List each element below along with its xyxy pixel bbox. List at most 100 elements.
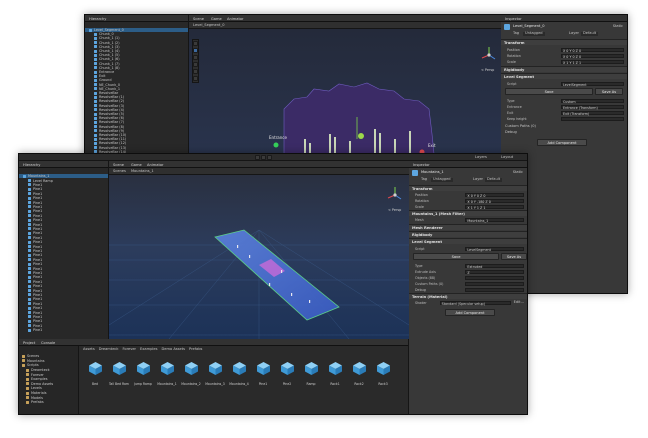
front-layer-dropdown[interactable]: Default bbox=[485, 177, 503, 182]
back-add-component-button[interactable]: Add Component bbox=[537, 139, 587, 146]
field-label: Debug bbox=[415, 287, 426, 292]
play-icon[interactable] bbox=[255, 155, 260, 160]
field-value[interactable]: X 1 Y 1 Z 1 bbox=[465, 204, 524, 210]
asset-prefab[interactable]: Tall Bed Ramp bbox=[109, 361, 129, 386]
folder-icon bbox=[22, 363, 25, 367]
breadcrumb-item[interactable]: Dreamteck bbox=[99, 347, 119, 353]
shader-edit-button[interactable]: Edit... bbox=[514, 300, 524, 305]
project-tab[interactable]: Project bbox=[23, 341, 35, 345]
back-hierarchy-tab[interactable]: Hierarchy bbox=[89, 17, 106, 21]
breadcrumb-item[interactable]: Examples bbox=[140, 347, 157, 353]
back-segment-breadcrumb[interactable]: Level_Segment_0 bbox=[193, 23, 225, 28]
material-header[interactable]: Terrain (Material) bbox=[409, 293, 527, 299]
asset-prefab[interactable]: Pine1 bbox=[253, 361, 273, 386]
field-value[interactable]: X 0 Y 0 Z 0 bbox=[465, 192, 524, 198]
asset-prefab[interactable]: Mountains_1 bbox=[157, 361, 177, 386]
move-tool-icon[interactable] bbox=[193, 48, 198, 53]
field-value[interactable]: X 1 Y 1 Z 1 bbox=[561, 59, 624, 65]
back-save-button[interactable]: Save bbox=[505, 88, 593, 95]
gameobject-cube-icon bbox=[94, 70, 97, 74]
back-debug-foldout[interactable]: Debug bbox=[505, 130, 517, 135]
project-folder[interactable]: Prefabs bbox=[19, 400, 78, 405]
field-value[interactable]: Extruded bbox=[465, 263, 524, 269]
front-breadcrumb-scene[interactable]: Mountains_1 bbox=[131, 169, 154, 174]
transform-tool-icon[interactable] bbox=[193, 76, 198, 81]
asset-prefab[interactable]: Rock1 bbox=[325, 361, 345, 386]
asset-prefab[interactable]: Mountains_3 bbox=[205, 361, 225, 386]
back-save-as-button[interactable]: Save As bbox=[595, 88, 623, 95]
rotate-tool-icon[interactable] bbox=[193, 55, 198, 60]
front-script-field[interactable]: LevelSegment bbox=[465, 246, 524, 252]
asset-prefab[interactable]: Mountains_4 bbox=[229, 361, 249, 386]
asset-prefab[interactable]: Rock3 bbox=[373, 361, 393, 386]
mesh-renderer-header[interactable]: Mesh Renderer bbox=[409, 224, 527, 230]
back-static-toggle[interactable]: Static bbox=[613, 24, 623, 29]
back-animator-tab[interactable]: Animator bbox=[227, 17, 244, 21]
asset-prefab[interactable]: Bed bbox=[85, 361, 105, 386]
front-persp-label[interactable]: < Persp bbox=[388, 208, 401, 212]
back-segment-header[interactable]: Level Segment bbox=[501, 73, 627, 79]
front-save-button[interactable]: Save bbox=[413, 253, 499, 260]
asset-prefab[interactable]: Ramp bbox=[301, 361, 321, 386]
back-layer-dropdown[interactable]: Default bbox=[581, 31, 599, 36]
front-static-toggle[interactable]: Static bbox=[513, 170, 523, 175]
breadcrumb-item[interactable]: Assets bbox=[83, 347, 95, 353]
back-rigidbody-header[interactable]: Rigidbody bbox=[501, 66, 627, 72]
shader-dropdown[interactable]: Standard (Specular setup) bbox=[439, 300, 511, 306]
front-save-as-button[interactable]: Save As bbox=[501, 253, 527, 260]
gameobject-cube-icon bbox=[28, 315, 31, 319]
asset-prefab[interactable]: Jump Ramp bbox=[133, 361, 153, 386]
back-persp-label[interactable]: < Persp bbox=[481, 68, 494, 72]
front-breadcrumb-scenes[interactable]: Scenes bbox=[113, 169, 126, 174]
pause-icon[interactable] bbox=[261, 155, 266, 160]
back-transform-header[interactable]: Transform bbox=[501, 39, 627, 45]
back-inspector-tab[interactable]: Inspector bbox=[505, 17, 522, 21]
front-object-name[interactable]: Mountains_1 bbox=[421, 170, 444, 175]
field-value[interactable] bbox=[561, 116, 624, 121]
back-tag-dropdown[interactable]: Untagged bbox=[523, 31, 545, 36]
front-tag-dropdown[interactable]: Untagged bbox=[431, 177, 453, 182]
mesh-field[interactable]: Mountains_1 bbox=[465, 217, 524, 223]
asset-prefab[interactable]: Mountains_2 bbox=[181, 361, 201, 386]
asset-prefab[interactable]: Pine2 bbox=[277, 361, 297, 386]
console-tab[interactable]: Console bbox=[41, 341, 55, 345]
scale-tool-icon[interactable] bbox=[193, 62, 198, 67]
back-script-field[interactable]: LevelSegment bbox=[561, 81, 624, 87]
front-scene-view[interactable]: Scene Game Animator Scenes Mountains_1 <… bbox=[109, 161, 409, 339]
front-rigidbody-header[interactable]: Rigidbody bbox=[409, 231, 527, 237]
breadcrumb-item[interactable]: Forever bbox=[122, 347, 136, 353]
layout-dropdown[interactable]: Layout bbox=[501, 155, 513, 160]
hand-tool-icon[interactable] bbox=[193, 41, 198, 46]
back-scene-tab[interactable]: Scene bbox=[193, 17, 204, 21]
back-custom-paths-foldout[interactable]: Custom Paths (0) bbox=[505, 124, 536, 129]
front-scene-tab[interactable]: Scene bbox=[113, 163, 124, 167]
front-inspector-tab[interactable]: Inspector bbox=[413, 163, 430, 167]
front-hierarchy-item-row[interactable]: Pine1 bbox=[19, 328, 108, 332]
front-transform-header[interactable]: Transform bbox=[409, 185, 527, 191]
front-game-tab[interactable]: Game bbox=[131, 163, 142, 167]
asset-prefab[interactable]: Rock2 bbox=[349, 361, 369, 386]
breadcrumb-item[interactable]: Demo Assets bbox=[162, 347, 186, 353]
field-value[interactable]: Exit (Transform) bbox=[561, 110, 624, 116]
field-value[interactable]: X 0 Y -180 Z 0 bbox=[465, 198, 524, 204]
field-value[interactable] bbox=[465, 281, 524, 286]
breadcrumb-item[interactable]: Prefabs bbox=[189, 347, 202, 353]
field-value[interactable]: X 0 Y 0 Z 0 bbox=[561, 53, 624, 59]
back-object-name[interactable]: Level_Segment_0 bbox=[513, 24, 545, 29]
step-icon[interactable] bbox=[267, 155, 272, 160]
front-hierarchy-tab[interactable]: Hierarchy bbox=[23, 163, 40, 167]
front-add-component-button[interactable]: Add Component bbox=[445, 309, 495, 316]
field-value[interactable]: Entrance (Transform) bbox=[561, 104, 624, 110]
back-tag-label: Tag bbox=[513, 31, 520, 35]
mesh-filter-header[interactable]: Mountains_1 (Mesh Filter) bbox=[409, 210, 527, 216]
field-value[interactable]: Z bbox=[465, 269, 524, 275]
front-animator-tab[interactable]: Animator bbox=[147, 163, 164, 167]
field-value[interactable] bbox=[465, 287, 524, 292]
front-segment-header[interactable]: Level Segment bbox=[409, 238, 527, 244]
layers-dropdown[interactable]: Layers bbox=[475, 155, 487, 160]
rect-tool-icon[interactable] bbox=[193, 69, 198, 74]
field-value[interactable]: Custom bbox=[561, 98, 624, 104]
field-value[interactable]: X 0 Y 0 Z 0 bbox=[561, 47, 624, 53]
field-value[interactable] bbox=[465, 275, 524, 280]
back-game-tab[interactable]: Game bbox=[211, 17, 222, 21]
